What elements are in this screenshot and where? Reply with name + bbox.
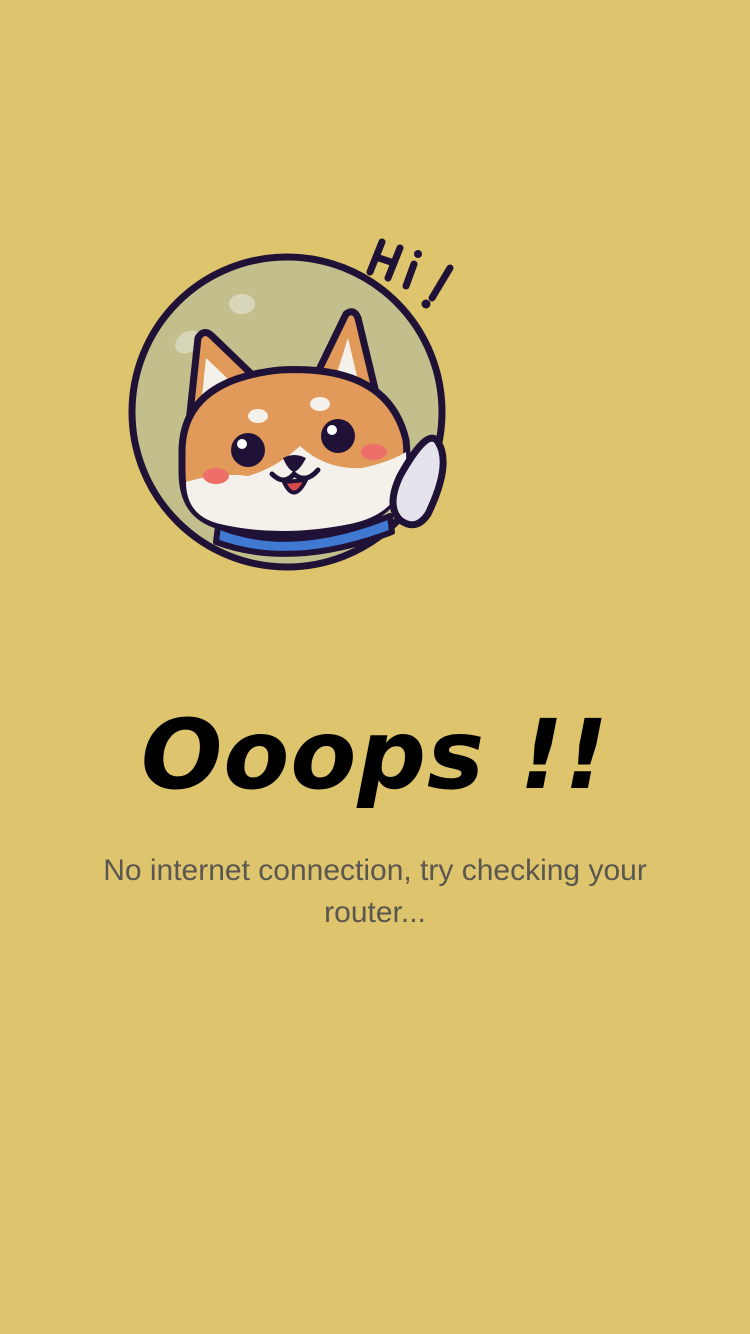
error-message: No internet connection, try checking you… (103, 854, 647, 929)
error-headline: Ooops !! (140, 699, 610, 811)
no-connection-screen: Ooops !! No internet connection, try che… (0, 0, 750, 1334)
shiba-astronaut-icon (100, 220, 480, 580)
